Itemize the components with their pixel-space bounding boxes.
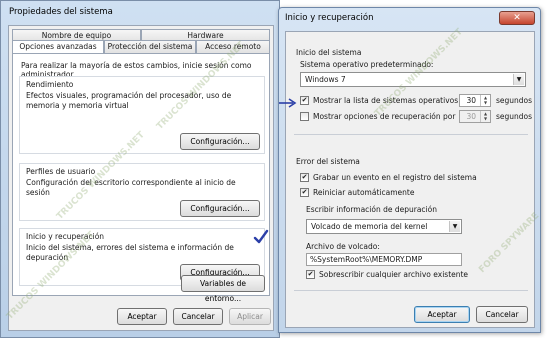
startup-recovery-body: Inicio del sistema Sistema operativo pre… [285, 31, 535, 328]
auto-restart-label: Reiniciar automáticamente [313, 188, 415, 197]
user-profiles-settings-button[interactable]: Configuración... [180, 200, 260, 217]
environment-variables-button[interactable]: Variables de entorno... [181, 275, 265, 303]
tab-advanced-options[interactable]: Opciones avanzadas [12, 40, 104, 54]
user-profiles-group: Perfiles de usuario Configuración del es… [19, 163, 265, 221]
startup-recovery-window: Inicio y recuperación ✕ Inicio del siste… [278, 7, 541, 333]
show-recovery-checkbox[interactable] [300, 112, 309, 121]
divider [294, 290, 528, 291]
default-os-select[interactable]: Windows 7 ▼ [300, 72, 526, 87]
ok-button[interactable]: Aceptar [117, 308, 167, 325]
cancel-button[interactable]: Cancelar [173, 308, 223, 325]
debug-info-label: Escribir información de depuración [306, 205, 437, 214]
startup-recovery-title: Inicio y recuperación [26, 232, 105, 241]
user-profiles-title: Perfiles de usuario [26, 167, 96, 176]
show-recovery-seconds-stepper[interactable]: 30 ▲ ▼ [459, 110, 491, 123]
ok-button[interactable]: Aceptar [414, 306, 470, 323]
write-event-label: Grabar un evento en el registro del sist… [313, 173, 477, 182]
overwrite-label: Sobrescribir cualquier archivo existente [319, 270, 469, 279]
default-os-label: Sistema operativo predeterminado: [300, 60, 434, 69]
stepper-arrows-icon[interactable]: ▲ ▼ [480, 95, 490, 106]
cancel-button[interactable]: Cancelar [476, 306, 528, 323]
apply-button[interactable]: Aplicar [229, 308, 271, 325]
show-os-list-checkbox[interactable]: ✔ [300, 96, 309, 105]
show-os-list-unit: segundos [496, 96, 533, 105]
stepper-arrows-icon[interactable]: ▲ ▼ [480, 111, 490, 122]
write-event-checkbox[interactable]: ✔ [300, 173, 309, 182]
divider [294, 134, 528, 135]
chevron-down-icon: ▼ [513, 74, 524, 85]
dump-file-field[interactable]: %SystemRoot%\MEMORY.DMP [306, 253, 462, 266]
system-failure-section-title: Error del sistema [296, 157, 360, 166]
default-os-value: Windows 7 [305, 75, 346, 84]
advanced-tab-content: Para realizar la mayoría de estos cambio… [12, 53, 270, 296]
window-title: Propiedades del sistema [9, 7, 113, 17]
system-properties-panel: Nombre de equipo Hardware Opciones avanz… [8, 25, 274, 331]
show-os-list-seconds-stepper[interactable]: 30 ▲ ▼ [459, 94, 491, 107]
dump-file-label: Archivo de volcado: [306, 242, 380, 251]
checkmark-annotation-icon [253, 229, 269, 244]
system-properties-window: Propiedades del sistema Nombre de equipo… [0, 0, 280, 338]
tab-row-bottom: Opciones avanzadas Protección del sistem… [12, 40, 270, 54]
show-recovery-unit: segundos [496, 112, 533, 121]
debug-info-value: Volcado de memoria del kernel [311, 222, 428, 231]
chevron-down-icon: ▼ [449, 221, 460, 232]
arrow-annotation-icon [279, 98, 297, 108]
tab-system-protection[interactable]: Protección del sistema [104, 40, 196, 53]
close-icon[interactable]: ✕ [499, 11, 535, 25]
performance-settings-button[interactable]: Configuración... [180, 133, 260, 150]
show-recovery-seconds-value: 30 [466, 112, 476, 121]
system-start-section-title: Inicio del sistema [296, 48, 362, 57]
performance-title: Rendimiento [26, 80, 74, 89]
startup-recovery-desc: Inicio del sistema, errores del sistema … [26, 243, 234, 262]
performance-desc: Efectos visuales, programación del proce… [26, 91, 232, 110]
show-os-list-seconds-value: 30 [466, 96, 476, 105]
tab-remote-access[interactable]: Acceso remoto [196, 40, 270, 53]
auto-restart-checkbox[interactable]: ✔ [300, 188, 309, 197]
show-recovery-label: Mostrar opciones de recuperación por [313, 112, 456, 121]
performance-group: Rendimiento Efectos visuales, programaci… [19, 76, 265, 154]
user-profiles-desc: Configuración del escritorio correspondi… [26, 178, 236, 197]
show-os-list-label: Mostrar la lista de sistemas operativos … [313, 96, 473, 105]
overwrite-checkbox[interactable]: ✔ [306, 270, 315, 279]
debug-info-select[interactable]: Volcado de memoria del kernel ▼ [306, 219, 462, 234]
